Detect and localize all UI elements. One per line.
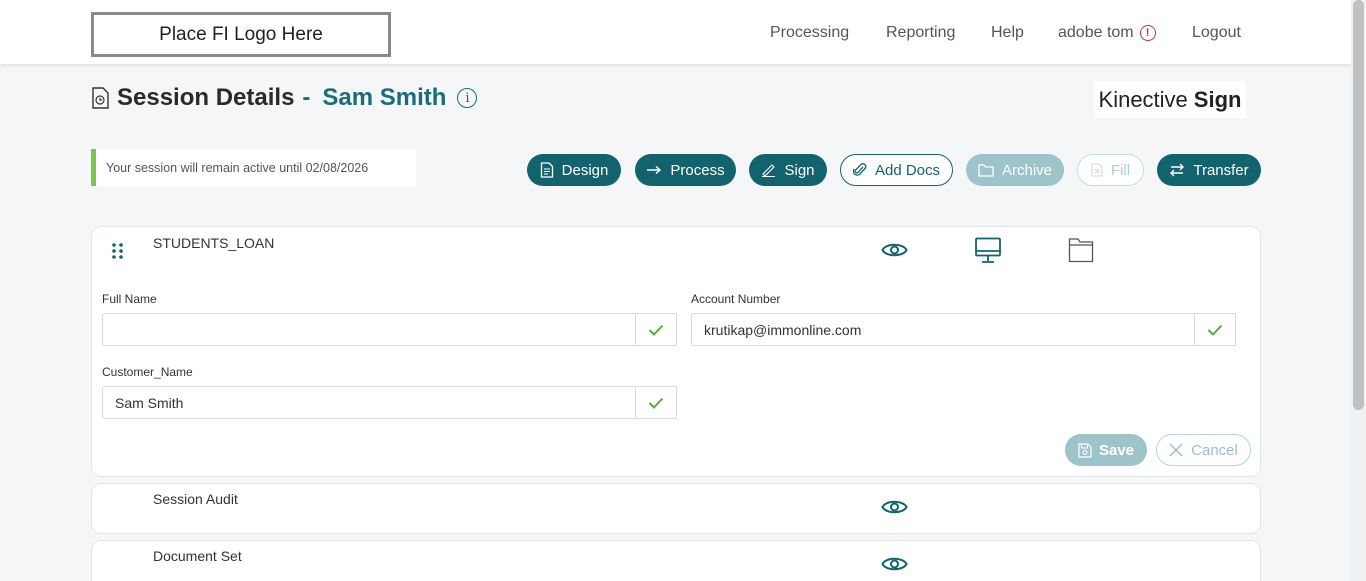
account-number-label: Account Number bbox=[691, 292, 781, 306]
session-audit-card: Session Audit bbox=[91, 483, 1261, 534]
fill-button-label: Fill bbox=[1110, 161, 1131, 179]
kinective-sign-logo: Kinective Sign bbox=[1094, 81, 1246, 118]
paperclip-icon bbox=[852, 163, 867, 176]
transfer-button[interactable]: Transfer bbox=[1157, 154, 1261, 186]
design-button-label: Design bbox=[561, 161, 609, 179]
document-card: STUDENTS_LOAN Full Name Account Number k… bbox=[91, 226, 1261, 477]
full-name-field bbox=[102, 313, 677, 346]
session-audit-title: Session Audit bbox=[153, 491, 238, 507]
full-name-confirm[interactable] bbox=[635, 313, 677, 346]
document-set-title: Document Set bbox=[153, 548, 242, 564]
page-scrollbar[interactable] bbox=[1351, 0, 1366, 581]
file-x-icon bbox=[1091, 163, 1103, 177]
eye-icon[interactable] bbox=[881, 497, 908, 517]
brand-bold-text: Sign bbox=[1193, 86, 1242, 112]
cancel-button[interactable]: Cancel bbox=[1156, 434, 1251, 466]
folder-icon bbox=[978, 164, 994, 177]
account-number-input[interactable]: krutikap@immonline.com bbox=[691, 313, 1194, 346]
account-number-field: krutikap@immonline.com bbox=[691, 313, 1236, 346]
sign-button[interactable]: Sign bbox=[749, 154, 827, 186]
pen-icon bbox=[762, 164, 776, 177]
checkmark-icon bbox=[648, 324, 664, 336]
full-name-input[interactable] bbox=[102, 313, 635, 346]
eye-icon[interactable] bbox=[881, 554, 908, 574]
customer-name-field: Sam Smith bbox=[102, 386, 677, 419]
nav-user-menu[interactable]: adobe tom ! bbox=[1058, 24, 1156, 42]
save-button[interactable]: Save bbox=[1065, 434, 1147, 466]
full-name-label: Full Name bbox=[102, 292, 157, 306]
customer-name-confirm[interactable] bbox=[635, 386, 677, 419]
document-icon bbox=[540, 162, 553, 178]
fill-button[interactable]: Fill bbox=[1077, 154, 1144, 186]
add-docs-button[interactable]: Add Docs bbox=[840, 154, 953, 186]
info-icon[interactable]: i bbox=[457, 88, 478, 108]
close-icon bbox=[1169, 443, 1183, 457]
nav-processing-link[interactable]: Processing bbox=[770, 24, 849, 42]
process-button[interactable]: Process bbox=[635, 154, 736, 186]
document-title: STUDENTS_LOAN bbox=[153, 235, 275, 251]
alert-icon[interactable]: ! bbox=[1139, 25, 1156, 41]
monitor-icon[interactable] bbox=[974, 237, 1002, 264]
checkmark-icon bbox=[648, 397, 664, 409]
title-separator: - bbox=[302, 84, 311, 111]
checkmark-icon bbox=[1207, 324, 1223, 336]
session-history-icon bbox=[92, 87, 109, 109]
customer-name-label: Customer_Name bbox=[102, 365, 193, 379]
brand-light-text: Kinective bbox=[1098, 86, 1188, 112]
customer-name-title: Sam Smith bbox=[322, 84, 447, 111]
user-name: adobe tom bbox=[1058, 24, 1134, 41]
sign-button-label: Sign bbox=[784, 161, 815, 179]
transfer-arrows-icon bbox=[1170, 163, 1185, 177]
customer-name-input[interactable]: Sam Smith bbox=[102, 386, 635, 419]
eye-icon[interactable] bbox=[881, 240, 908, 260]
document-set-card: Document Set bbox=[91, 540, 1261, 581]
design-button[interactable]: Design bbox=[527, 154, 621, 186]
nav-help-link[interactable]: Help bbox=[991, 24, 1024, 42]
arrow-right-icon bbox=[647, 165, 662, 175]
page-title-row: Session Details - Sam Smith i bbox=[91, 83, 478, 113]
archive-button[interactable]: Archive bbox=[966, 154, 1064, 186]
page-title: Session Details bbox=[117, 84, 295, 111]
save-button-label: Save bbox=[1098, 441, 1135, 459]
scrollbar-thumb[interactable] bbox=[1353, 0, 1364, 410]
archive-button-label: Archive bbox=[1001, 161, 1053, 179]
folder-icon[interactable] bbox=[1068, 237, 1094, 263]
add-docs-button-label: Add Docs bbox=[874, 161, 941, 179]
account-number-confirm[interactable] bbox=[1194, 313, 1236, 346]
fi-logo-placeholder[interactable]: Place FI Logo Here bbox=[91, 12, 391, 57]
drag-handle-icon[interactable] bbox=[111, 242, 125, 260]
cancel-button-label: Cancel bbox=[1191, 441, 1238, 459]
transfer-button-label: Transfer bbox=[1193, 161, 1249, 179]
save-disk-icon bbox=[1078, 442, 1092, 458]
nav-logout-link[interactable]: Logout bbox=[1192, 24, 1241, 42]
nav-reporting-link[interactable]: Reporting bbox=[886, 24, 955, 42]
session-expiry-notice: Your session will remain active until 02… bbox=[91, 149, 416, 186]
process-button-label: Process bbox=[670, 161, 725, 179]
top-navigation-bar: Place FI Logo Here Processing Reporting … bbox=[0, 0, 1351, 64]
